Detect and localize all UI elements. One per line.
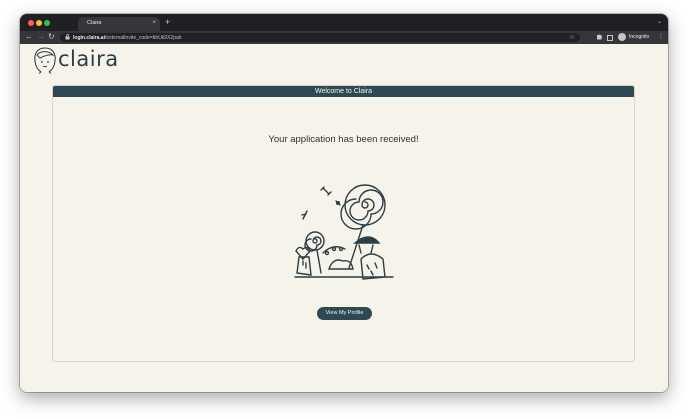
back-arrow-icon[interactable]: ← bbox=[25, 32, 33, 42]
welcome-card: Welcome to Claira Your application has b… bbox=[52, 85, 635, 362]
claira-logo-face-icon bbox=[34, 47, 56, 74]
incognito-icon[interactable] bbox=[618, 33, 626, 41]
url-host: login.claira.ai bbox=[73, 34, 105, 41]
close-window-button[interactable] bbox=[28, 20, 34, 26]
kebab-menu-icon[interactable]: ⋮ bbox=[658, 33, 664, 42]
reload-icon[interactable]: ↻ bbox=[48, 32, 55, 42]
maximize-window-button[interactable] bbox=[44, 20, 50, 26]
tab-close-icon[interactable]: × bbox=[152, 19, 156, 27]
side-panel-icon[interactable] bbox=[607, 35, 613, 41]
incognito-label[interactable]: Incognito bbox=[629, 34, 649, 40]
puzzle-icon[interactable] bbox=[596, 33, 603, 44]
tab-search-chevron-icon[interactable]: ⌄ bbox=[657, 18, 662, 25]
title-bar: Claira × + ⌄ bbox=[20, 14, 668, 31]
candy-land-illustration bbox=[294, 184, 394, 280]
browser-window: Claira × + ⌄ ← → ↻ login.claira.ai/exter… bbox=[20, 14, 668, 392]
claira-logo-text[interactable]: claira bbox=[58, 47, 119, 71]
lock-icon[interactable] bbox=[65, 34, 70, 42]
tab-title: Claira bbox=[87, 20, 102, 26]
url-path: /externalInvite_code=bhUk9X2pah bbox=[104, 34, 182, 41]
browser-toolbar: ← → ↻ login.claira.ai/externalInvite_cod… bbox=[20, 31, 668, 44]
new-tab-plus-icon[interactable]: + bbox=[165, 17, 170, 27]
bookmark-star-icon[interactable]: ☆ bbox=[569, 33, 575, 41]
browser-tab[interactable]: Claira × bbox=[78, 17, 160, 31]
view-my-profile-button[interactable]: View My Profile bbox=[317, 307, 372, 320]
url-text[interactable]: login.claira.ai/externalInvite_code=bhUk… bbox=[73, 35, 182, 41]
card-header: Welcome to Claira bbox=[53, 86, 634, 97]
page-content: claira Welcome to Claira Your applicatio… bbox=[20, 44, 668, 392]
forward-arrow-icon[interactable]: → bbox=[37, 32, 45, 42]
application-received-message: Your application has been received! bbox=[268, 134, 419, 145]
minimize-window-button[interactable] bbox=[36, 20, 42, 26]
address-bar[interactable]: login.claira.ai/externalInvite_code=bhUk… bbox=[60, 33, 580, 42]
